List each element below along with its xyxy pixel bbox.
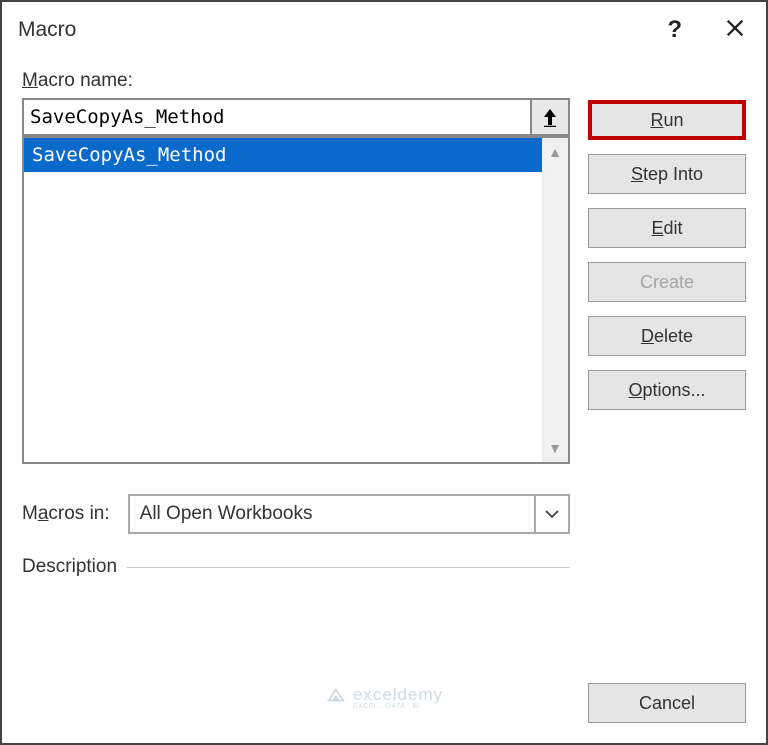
help-icon[interactable]: ?: [659, 12, 690, 48]
watermark-text: exceldemy EXCEL · DATA · BI: [353, 686, 443, 710]
dialog-body: Macro name: SaveCopyAs_Method ▲ ▼ Macros…: [2, 58, 766, 598]
scroll-down-icon[interactable]: ▼: [548, 440, 562, 456]
description-row: Description: [22, 556, 570, 578]
macros-in-label: Macros in:: [22, 503, 110, 525]
run-button[interactable]: Run: [588, 100, 746, 140]
macros-in-value: All Open Workbooks: [140, 503, 313, 525]
scroll-up-icon[interactable]: ▲: [548, 144, 562, 160]
step-into-button[interactable]: Step Into: [588, 154, 746, 194]
macros-in-row: Macros in: All Open Workbooks: [22, 494, 570, 534]
description-divider: [127, 567, 570, 568]
watermark-logo-icon: [325, 684, 347, 711]
close-icon[interactable]: [720, 13, 750, 48]
chevron-down-icon: [534, 496, 568, 532]
macro-list-content: SaveCopyAs_Method: [24, 138, 542, 462]
left-column: Macro name: SaveCopyAs_Method ▲ ▼ Macros…: [22, 70, 570, 578]
goto-macro-button[interactable]: [530, 98, 570, 136]
dialog-title: Macro: [18, 18, 659, 42]
watermark-sub: EXCEL · DATA · BI: [353, 703, 443, 710]
options-button[interactable]: Options...: [588, 370, 746, 410]
create-button: Create: [588, 262, 746, 302]
title-bar: Macro ?: [2, 2, 766, 58]
right-column: Run Step Into Edit Create Delete Options…: [588, 70, 746, 578]
cancel-area: Cancel: [588, 683, 746, 723]
title-controls: ?: [659, 12, 750, 48]
edit-button[interactable]: Edit: [588, 208, 746, 248]
macros-in-select[interactable]: All Open Workbooks: [128, 494, 570, 534]
watermark: exceldemy EXCEL · DATA · BI: [325, 684, 443, 711]
scrollbar[interactable]: ▲ ▼: [542, 138, 568, 462]
watermark-main: exceldemy: [353, 686, 443, 703]
cancel-button[interactable]: Cancel: [588, 683, 746, 723]
delete-button[interactable]: Delete: [588, 316, 746, 356]
macro-name-input[interactable]: [22, 98, 530, 136]
macro-name-label: Macro name:: [22, 70, 570, 92]
description-label: Description: [22, 556, 117, 578]
macro-name-row: [22, 98, 570, 136]
macro-list[interactable]: SaveCopyAs_Method ▲ ▼: [22, 136, 570, 464]
list-item[interactable]: SaveCopyAs_Method: [24, 138, 542, 172]
